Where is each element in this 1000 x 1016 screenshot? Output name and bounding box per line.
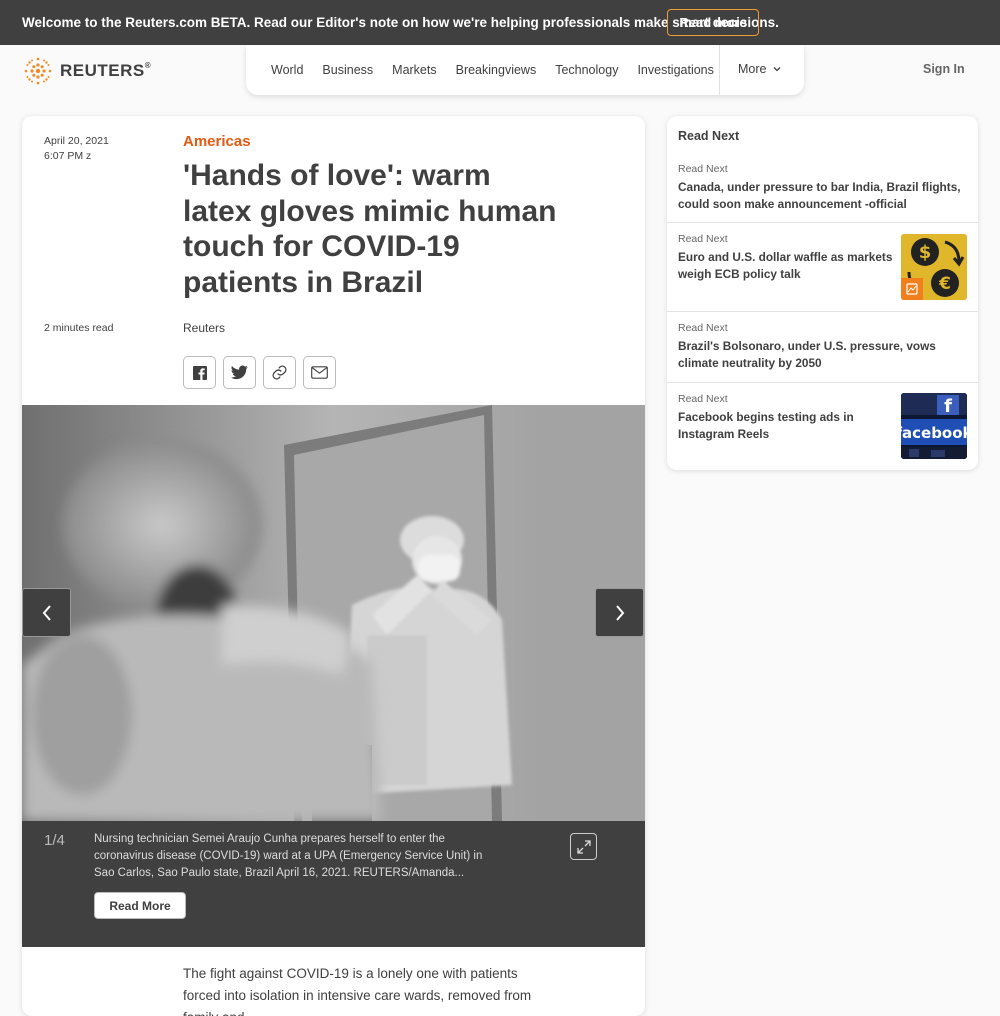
share-twitter-button[interactable] bbox=[223, 356, 256, 389]
site-header: REUTERS® World Business Markets Breaking… bbox=[0, 45, 1000, 100]
gallery-caption-panel: 1/4 Nursing technician Semei Araujo Cunh… bbox=[22, 821, 645, 947]
share-email-button[interactable] bbox=[303, 356, 336, 389]
beta-message: Welcome to the Reuters.com BETA. Read ou… bbox=[22, 15, 779, 30]
chevron-down-icon bbox=[774, 67, 781, 72]
read-next-kicker: Read Next bbox=[678, 322, 728, 334]
read-next-kicker: Read Next bbox=[678, 393, 728, 405]
beta-read-more-button[interactable]: Read more bbox=[667, 9, 759, 36]
read-next-kicker: Read Next bbox=[678, 233, 728, 245]
read-next-item[interactable]: Read Next Euro and U.S. dollar waffle as… bbox=[667, 223, 978, 312]
nav-more-label: More bbox=[738, 62, 767, 76]
article-dateline: April 20, 2021 6:07 PM z bbox=[44, 134, 109, 164]
nav-item-business[interactable]: Business bbox=[322, 63, 373, 77]
article-date: April 20, 2021 bbox=[44, 135, 109, 147]
nurse-mirror-photo bbox=[22, 405, 645, 821]
nav-more-menu[interactable]: More bbox=[738, 62, 782, 76]
main-nav: World Business Markets Breakingviews Tec… bbox=[246, 45, 804, 95]
reuters-logo-icon bbox=[24, 57, 52, 85]
read-next-headline: Facebook begins testing ads in Instagram… bbox=[678, 410, 854, 441]
nav-item-breakingviews[interactable]: Breakingviews bbox=[456, 63, 537, 77]
read-next-title: Read Next bbox=[678, 129, 740, 143]
caption-read-more-button[interactable]: Read More bbox=[94, 892, 186, 919]
read-time: 2 minutes read bbox=[44, 322, 114, 334]
read-next-thumbnail: $ € bbox=[901, 234, 967, 300]
read-next-item[interactable]: Read Next Canada, under pressure to bar … bbox=[667, 152, 978, 223]
currency-exchange-icon: $ € bbox=[901, 234, 967, 300]
read-next-item[interactable]: Read Next Brazil's Bolsonaro, under U.S.… bbox=[667, 312, 978, 383]
gallery-counter: 1/4 bbox=[44, 832, 65, 849]
read-next-kicker: Read Next bbox=[678, 163, 728, 175]
logo-wordmark: REUTERS® bbox=[60, 61, 152, 80]
twitter-icon bbox=[231, 365, 248, 380]
svg-text:f: f bbox=[944, 396, 952, 417]
read-next-headline: Brazil's Bolsonaro, under U.S. pressure,… bbox=[678, 339, 936, 370]
article-time: 6:07 PM z bbox=[44, 150, 92, 162]
nav-item-investigations[interactable]: Investigations bbox=[637, 63, 713, 77]
nav-item-markets[interactable]: Markets bbox=[392, 63, 436, 77]
read-next-headline: Euro and U.S. dollar waffle as markets w… bbox=[678, 250, 893, 281]
svg-text:$: $ bbox=[919, 242, 932, 263]
link-icon bbox=[272, 365, 287, 380]
share-bar bbox=[183, 356, 336, 389]
gallery-prev-button[interactable] bbox=[22, 588, 71, 637]
article-headline: 'Hands of love': warm latex gloves mimic… bbox=[183, 159, 557, 299]
facebook-thumb-text: facebook bbox=[901, 424, 967, 442]
gallery-photo[interactable] bbox=[22, 405, 645, 821]
facebook-logo-image: f facebook bbox=[901, 393, 967, 459]
gallery-caption: Nursing technician Semei Araujo Cunha pr… bbox=[94, 833, 483, 879]
gallery-next-button[interactable] bbox=[595, 588, 644, 637]
copy-link-button[interactable] bbox=[263, 356, 296, 389]
nav-item-technology[interactable]: Technology bbox=[555, 63, 618, 77]
article-body-paragraph: The fight against COVID-19 is a lonely o… bbox=[183, 966, 532, 1016]
read-next-headline: Canada, under pressure to bar India, Bra… bbox=[678, 180, 961, 211]
article-section-link[interactable]: Americas bbox=[183, 133, 251, 150]
nav-item-world[interactable]: World bbox=[271, 63, 303, 77]
gallery-expand-button[interactable] bbox=[570, 833, 597, 860]
chevron-left-icon bbox=[42, 604, 51, 621]
share-facebook-button[interactable] bbox=[183, 356, 216, 389]
email-icon bbox=[311, 366, 328, 379]
beta-banner: Welcome to the Reuters.com BETA. Read ou… bbox=[0, 0, 1000, 45]
facebook-icon bbox=[192, 365, 207, 380]
read-next-thumbnail: f facebook bbox=[901, 393, 967, 459]
article-author[interactable]: Reuters bbox=[183, 321, 225, 335]
expand-icon bbox=[576, 839, 591, 854]
read-next-item[interactable]: Read Next Facebook begins testing ads in… bbox=[667, 383, 978, 470]
article-card: April 20, 2021 6:07 PM z Americas 'Hands… bbox=[22, 116, 645, 1016]
sign-in-link[interactable]: Sign In bbox=[923, 62, 965, 76]
reuters-logo[interactable]: REUTERS® bbox=[22, 55, 151, 87]
nav-divider bbox=[719, 45, 720, 95]
read-next-panel: Read Next Read Next Canada, under pressu… bbox=[667, 116, 978, 470]
chevron-right-icon bbox=[615, 604, 624, 621]
svg-text:€: € bbox=[938, 274, 951, 294]
